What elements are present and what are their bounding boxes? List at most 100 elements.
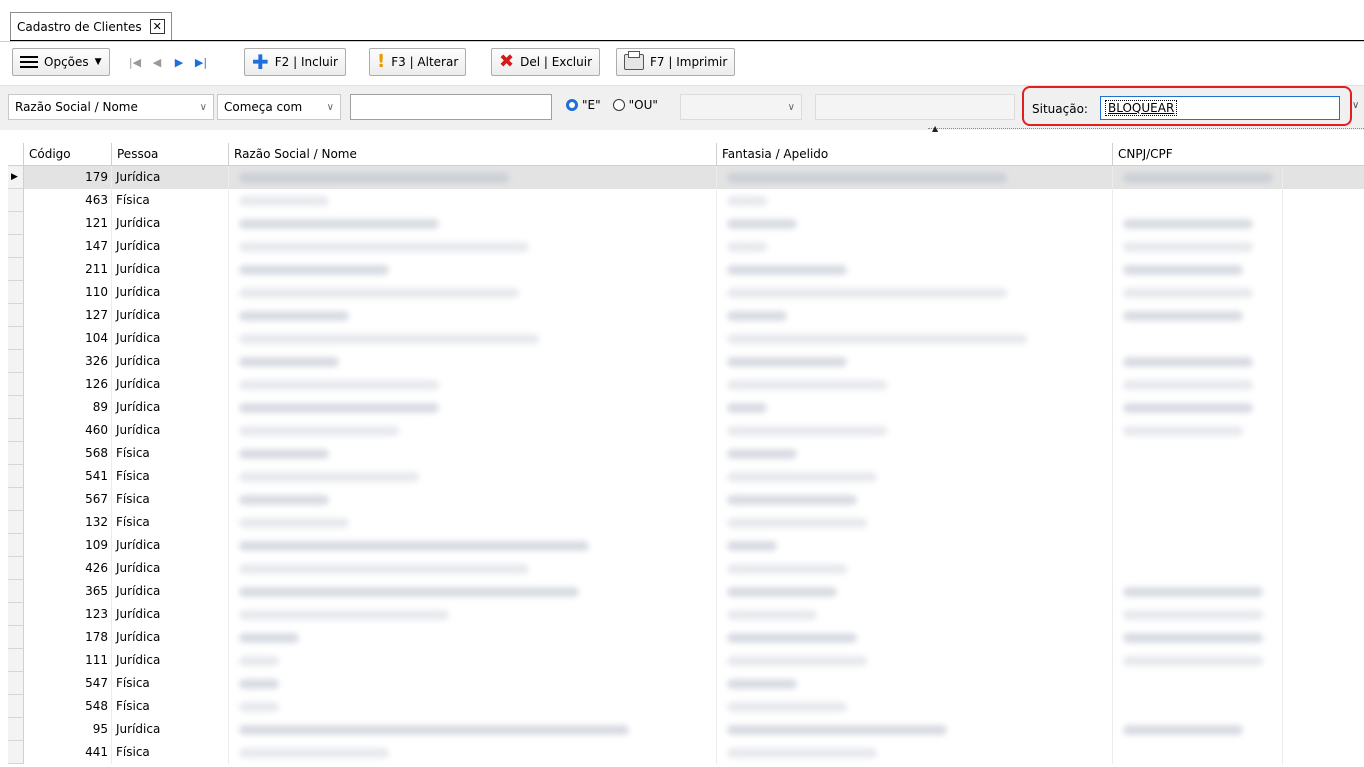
- alter-button[interactable]: ! F3 | Alterar: [369, 48, 467, 76]
- insert-button[interactable]: ✚ F2 | Incluir: [244, 48, 346, 76]
- cell-pessoa: Jurídica: [112, 373, 229, 396]
- cell-codigo: 548: [24, 695, 112, 718]
- row-indicator[interactable]: [8, 373, 24, 396]
- table-row[interactable]: 109 Jurídica: [8, 534, 1364, 557]
- table-row[interactable]: 441 Física: [8, 741, 1364, 764]
- table-row[interactable]: 123 Jurídica: [8, 603, 1364, 626]
- row-indicator[interactable]: [8, 465, 24, 488]
- table-row[interactable]: 89 Jurídica: [8, 396, 1364, 419]
- cell-razao-social: [229, 189, 717, 212]
- table-row[interactable]: 121 Jurídica: [8, 212, 1364, 235]
- table-row[interactable]: 147 Jurídica: [8, 235, 1364, 258]
- radio-e[interactable]: [566, 99, 578, 111]
- operator-select[interactable]: Começa com ∨: [217, 94, 341, 120]
- row-indicator[interactable]: [8, 580, 24, 603]
- cell-razao-social: [229, 258, 717, 281]
- next-record-icon[interactable]: ▶: [169, 51, 189, 73]
- row-indicator[interactable]: [8, 511, 24, 534]
- row-indicator[interactable]: [8, 166, 24, 189]
- cell-pessoa: Jurídica: [112, 350, 229, 373]
- row-indicator[interactable]: [8, 741, 24, 764]
- row-indicator[interactable]: [8, 258, 24, 281]
- cell-cnpj-cpf: [1113, 419, 1283, 442]
- table-row[interactable]: 104 Jurídica: [8, 327, 1364, 350]
- redacted-text: [239, 610, 449, 620]
- tab-label: Cadastro de Clientes: [17, 19, 142, 34]
- print-button[interactable]: F7 | Imprimir: [616, 48, 736, 76]
- row-indicator[interactable]: [8, 281, 24, 304]
- table-row[interactable]: 567 Física: [8, 488, 1364, 511]
- row-indicator[interactable]: [8, 626, 24, 649]
- cell-codigo: 178: [24, 626, 112, 649]
- table-row[interactable]: 132 Física: [8, 511, 1364, 534]
- cell-razao-social: [229, 442, 717, 465]
- table-row[interactable]: 126 Jurídica: [8, 373, 1364, 396]
- close-icon[interactable]: ✕: [149, 19, 165, 34]
- cell-pessoa: Jurídica: [112, 258, 229, 281]
- row-indicator[interactable]: [8, 304, 24, 327]
- cell-fantasia: [717, 419, 1113, 442]
- cell-codigo: 127: [24, 304, 112, 327]
- chevron-down-icon[interactable]: ∨: [1352, 100, 1359, 111]
- row-indicator[interactable]: [8, 350, 24, 373]
- table-row[interactable]: 95 Jurídica: [8, 718, 1364, 741]
- row-indicator[interactable]: [8, 718, 24, 741]
- row-indicator[interactable]: [8, 603, 24, 626]
- row-indicator[interactable]: [8, 235, 24, 258]
- row-indicator[interactable]: [8, 442, 24, 465]
- row-indicator[interactable]: [8, 189, 24, 212]
- row-indicator[interactable]: [8, 649, 24, 672]
- cell-cnpj-cpf: [1113, 718, 1283, 741]
- header-fantasia[interactable]: Fantasia / Apelido: [717, 143, 1113, 165]
- header-codigo[interactable]: Código: [24, 143, 112, 165]
- radio-ou[interactable]: [612, 99, 625, 111]
- cell-razao-social: [229, 534, 717, 557]
- row-indicator[interactable]: [8, 695, 24, 718]
- row-indicator[interactable]: [8, 396, 24, 419]
- tab-cadastro-clientes[interactable]: Cadastro de Clientes ✕: [10, 12, 172, 40]
- table-row[interactable]: 211 Jurídica: [8, 258, 1364, 281]
- previous-record-icon[interactable]: ◀: [147, 51, 167, 73]
- table-row[interactable]: 127 Jurídica: [8, 304, 1364, 327]
- header-pessoa[interactable]: Pessoa: [112, 143, 229, 165]
- clients-grid: Código Pessoa Razão Social / Nome Fantas…: [8, 143, 1364, 767]
- row-indicator[interactable]: [8, 488, 24, 511]
- row-indicator[interactable]: [8, 212, 24, 235]
- redacted-text: [239, 564, 529, 574]
- table-row[interactable]: 365 Jurídica: [8, 580, 1364, 603]
- row-indicator[interactable]: [8, 672, 24, 695]
- last-record-icon[interactable]: ▶|: [191, 51, 211, 73]
- options-button[interactable]: Opções ▼: [12, 48, 110, 76]
- header-razao-social[interactable]: Razão Social / Nome: [229, 143, 717, 165]
- redacted-text: [239, 288, 519, 298]
- redacted-text: [1123, 311, 1243, 321]
- table-row[interactable]: 547 Física: [8, 672, 1364, 695]
- cell-cnpj-cpf: [1113, 741, 1283, 764]
- first-record-icon[interactable]: |◀: [125, 51, 145, 73]
- redacted-text: [1123, 219, 1253, 229]
- secondary-value-input[interactable]: [815, 94, 1015, 120]
- row-indicator[interactable]: [8, 419, 24, 442]
- table-row[interactable]: 541 Física: [8, 465, 1364, 488]
- search-input[interactable]: [350, 94, 552, 120]
- table-row[interactable]: 460 Jurídica: [8, 419, 1364, 442]
- delete-button[interactable]: ✖ Del | Excluir: [491, 48, 600, 76]
- table-row[interactable]: 568 Física: [8, 442, 1364, 465]
- row-indicator[interactable]: [8, 534, 24, 557]
- header-cnpj-cpf[interactable]: CNPJ/CPF: [1113, 143, 1364, 165]
- redacted-text: [727, 242, 767, 252]
- table-row[interactable]: 110 Jurídica: [8, 281, 1364, 304]
- situacao-select[interactable]: BLOQUEAR: [1100, 96, 1340, 120]
- row-indicator[interactable]: [8, 327, 24, 350]
- table-row[interactable]: 179Jurídica: [8, 166, 1364, 189]
- table-row[interactable]: 111 Jurídica: [8, 649, 1364, 672]
- table-row[interactable]: 548 Física: [8, 695, 1364, 718]
- table-row[interactable]: 326 Jurídica: [8, 350, 1364, 373]
- table-row[interactable]: 426 Jurídica: [8, 557, 1364, 580]
- collapse-handle[interactable]: ▲: [928, 124, 1364, 135]
- secondary-field-select[interactable]: ∨: [680, 94, 802, 120]
- field-select[interactable]: Razão Social / Nome ∨: [8, 94, 214, 120]
- table-row[interactable]: 463 Física: [8, 189, 1364, 212]
- row-indicator[interactable]: [8, 557, 24, 580]
- table-row[interactable]: 178 Jurídica: [8, 626, 1364, 649]
